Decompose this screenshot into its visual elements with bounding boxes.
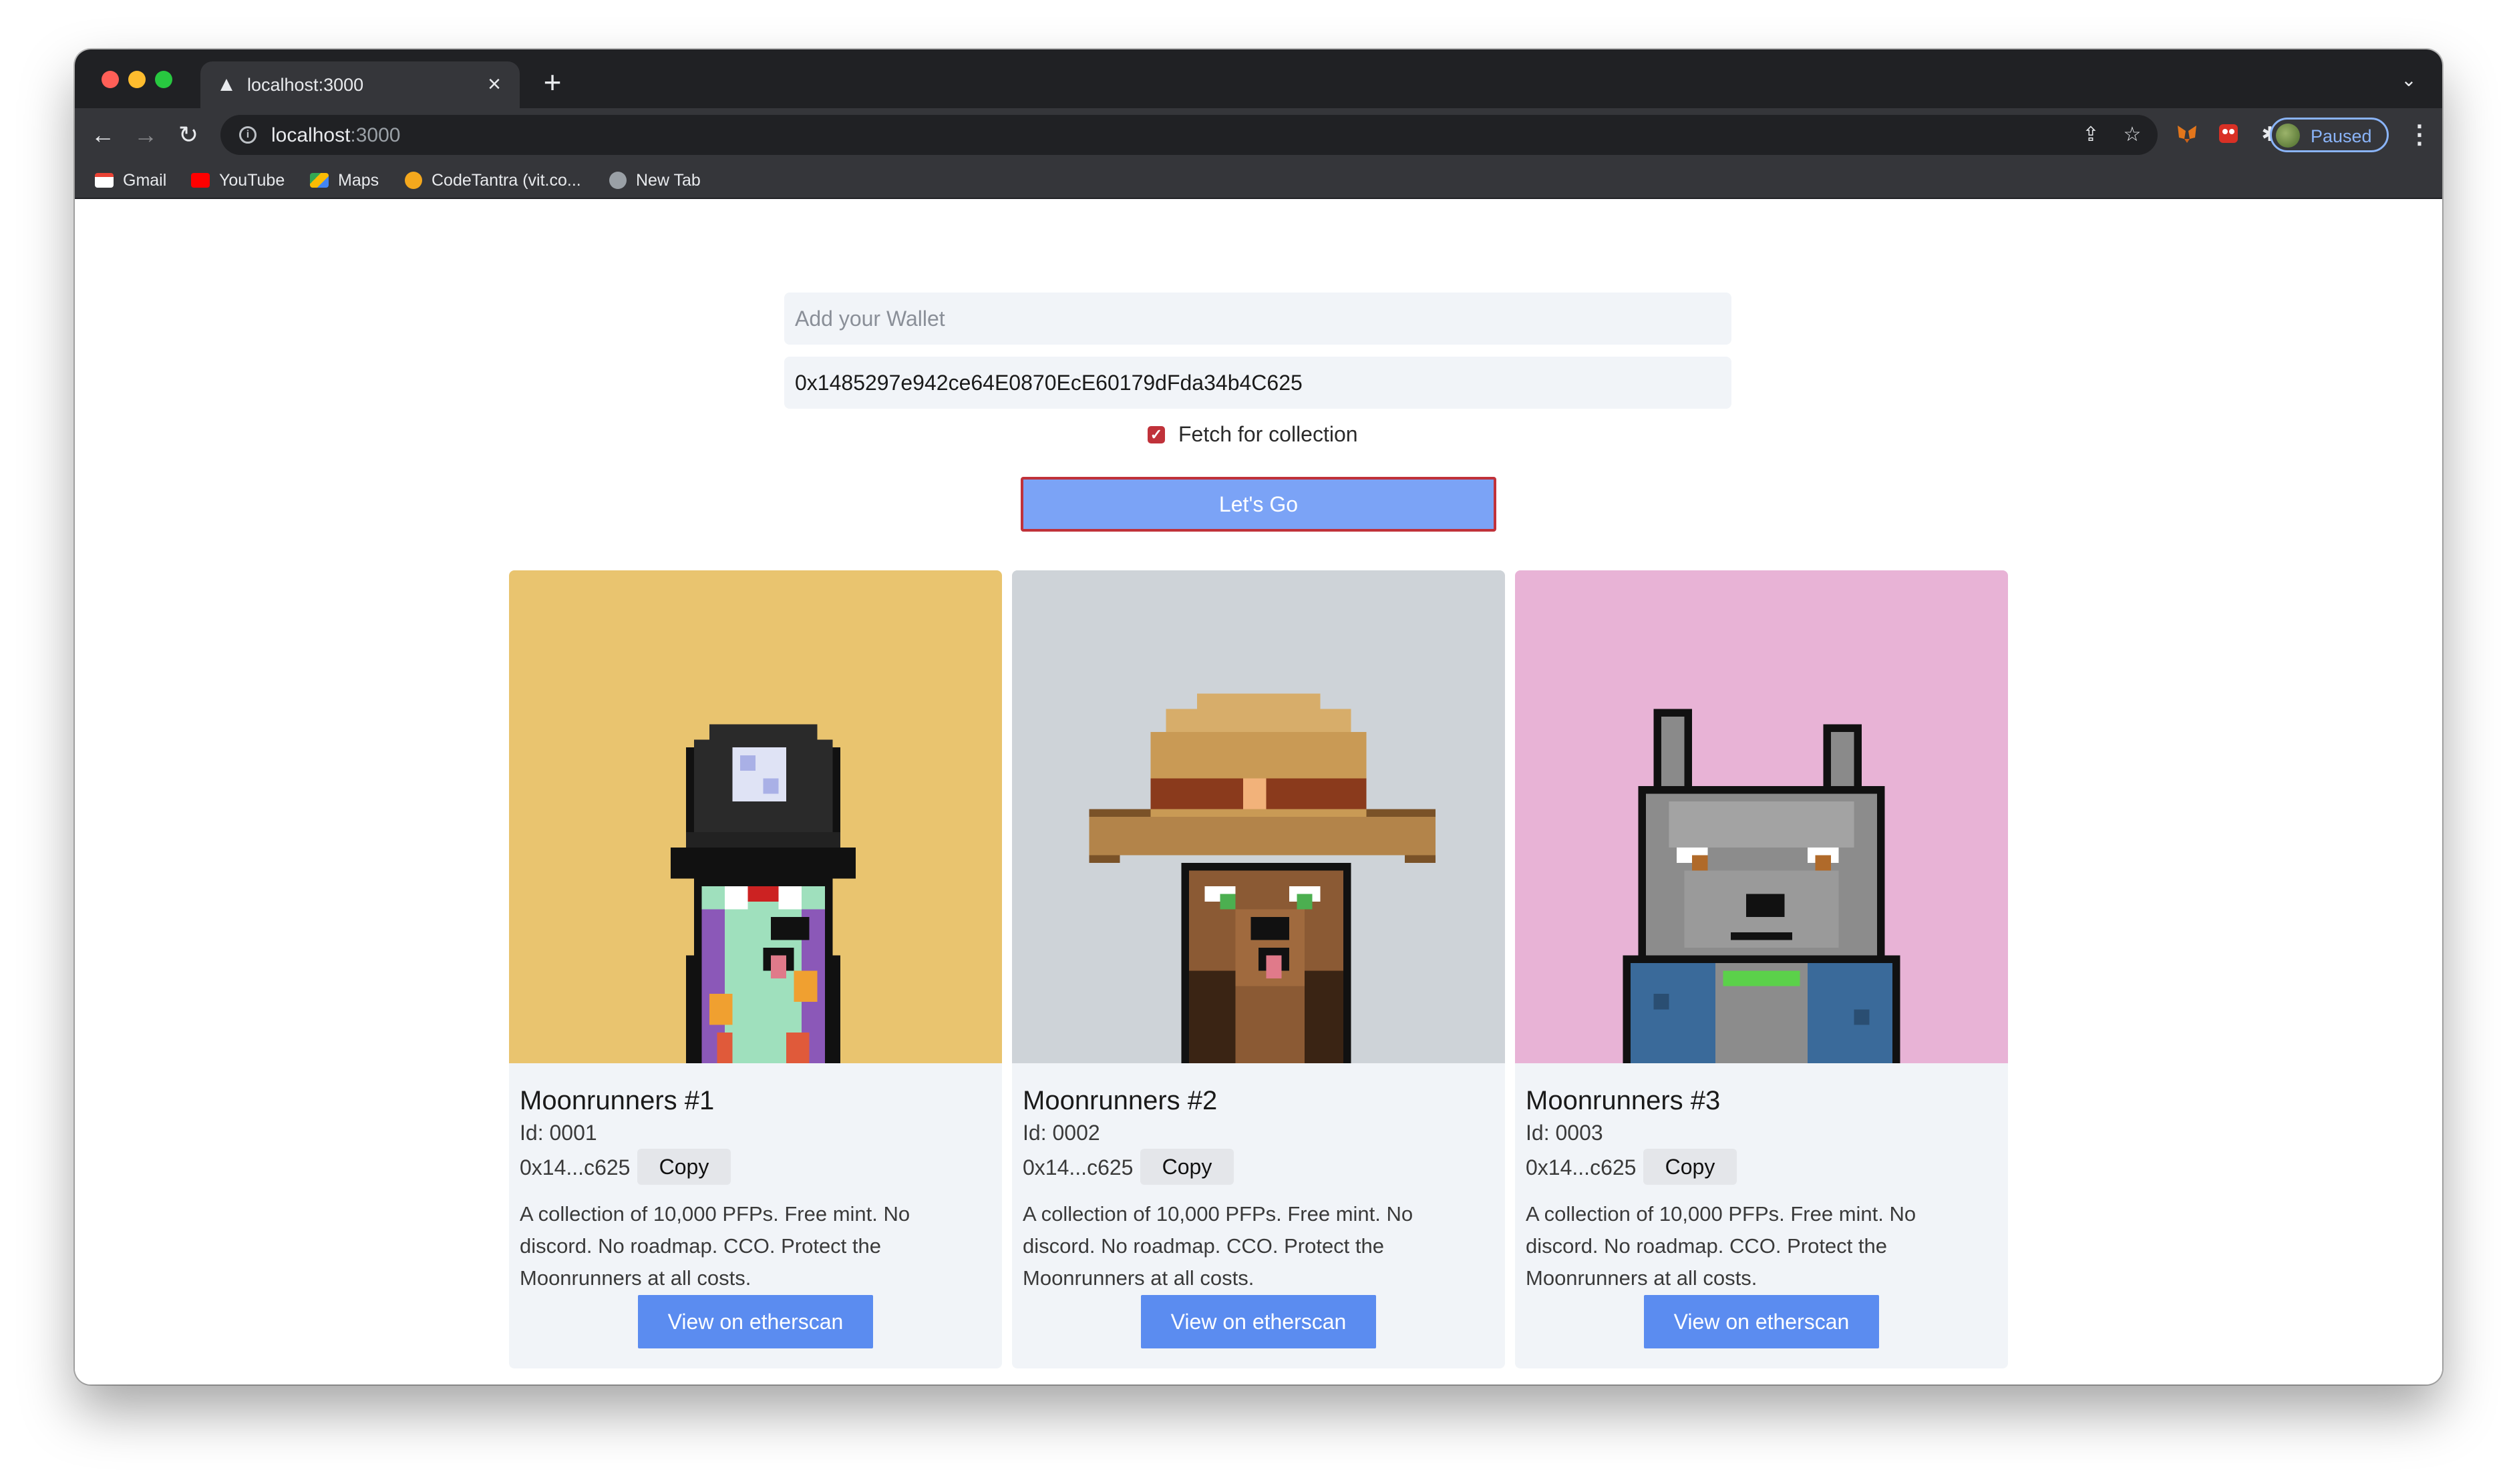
moonrunner-pirate-wolf-icon (509, 570, 1002, 1063)
bookmark-label: CodeTantra (vit.co... (432, 170, 581, 190)
reload-icon[interactable]: ↻ (174, 120, 203, 150)
share-icon[interactable]: ⇪ (2077, 122, 2104, 148)
fetch-collection-checkbox[interactable]: ✓ (1148, 425, 1165, 443)
forward-arrow-icon[interactable]: → (131, 120, 160, 150)
bookmark-star-icon[interactable]: ☆ (2119, 122, 2146, 148)
new-tab-button[interactable]: + (536, 67, 569, 100)
profile-status: Paused (2311, 126, 2372, 146)
nft-image (1515, 570, 2008, 1063)
card-title: Moonrunners #3 (1526, 1086, 1721, 1115)
back-arrow-icon[interactable]: ← (88, 120, 118, 150)
triangle-favicon-icon (220, 79, 232, 91)
card-address: 0x14...c625 (520, 1155, 631, 1179)
moonrunner-grey-wolf-icon (1515, 570, 2008, 1063)
profile-button[interactable]: Paused (2270, 118, 2389, 152)
copy-button[interactable]: Copy (1140, 1149, 1234, 1185)
info-icon[interactable]: i (239, 126, 257, 144)
card-id: Id: 0001 (520, 1121, 597, 1145)
copy-button[interactable]: Copy (1643, 1149, 1737, 1185)
nft-card: Moonrunners #2 Id: 0002 0x14...c625 Copy… (1012, 570, 1505, 1368)
card-id: Id: 0002 (1023, 1121, 1100, 1145)
fetch-collection-label: Fetch for collection (1178, 422, 1358, 446)
wallet-input[interactable] (784, 293, 1731, 345)
maximize-window-button[interactable] (155, 71, 172, 88)
codetantra-icon (405, 172, 422, 189)
metamask-fox-icon[interactable] (2174, 122, 2200, 148)
fetch-collection-row: ✓ Fetch for collection (1148, 422, 1358, 447)
close-window-button[interactable] (102, 71, 119, 88)
browser-window: localhost:3000 × + ⌄ ← → ↻ i localhost:3… (75, 49, 2442, 1384)
globe-icon (609, 172, 627, 189)
nft-card: Moonrunners #1 Id: 0001 0x14...c625 Copy… (509, 570, 1002, 1368)
bookmark-new-tab[interactable]: New Tab (609, 170, 701, 191)
url-text: localhost:3000 (271, 124, 400, 147)
card-description: A collection of 10,000 PFPs. Free mint. … (1023, 1202, 1413, 1290)
card-address: 0x14...c625 (1526, 1155, 1637, 1179)
view-on-etherscan-button[interactable]: View on etherscan (1141, 1295, 1376, 1348)
card-address: 0x14...c625 (1023, 1155, 1134, 1179)
url-host: localhost (271, 124, 351, 146)
nft-image (1012, 570, 1505, 1063)
tab-strip: localhost:3000 × + ⌄ (75, 49, 2442, 108)
nft-image (509, 570, 1002, 1063)
bookmarks-bar: Gmail YouTube Maps CodeTantra (vit.co...… (75, 162, 2442, 199)
view-on-etherscan-button[interactable]: View on etherscan (1644, 1295, 1879, 1348)
youtube-icon (191, 173, 210, 188)
tab-search-chevron-icon[interactable]: ⌄ (2395, 67, 2422, 94)
browser-toolbar: ← → ↻ i localhost:3000 ⇪ ☆ ✱ Paused ⋮ (75, 108, 2442, 162)
card-description: A collection of 10,000 PFPs. Free mint. … (520, 1202, 910, 1290)
card-title: Moonrunners #2 (1023, 1086, 1218, 1115)
card-title: Moonrunners #1 (520, 1086, 715, 1115)
close-tab-icon[interactable]: × (481, 71, 508, 98)
active-tab[interactable]: localhost:3000 × (200, 61, 520, 108)
card-id: Id: 0003 (1526, 1121, 1603, 1145)
bookmark-codetantra[interactable]: CodeTantra (vit.co... (405, 170, 581, 191)
bookmark-youtube[interactable]: YouTube (191, 170, 285, 191)
avatar (2276, 124, 2300, 148)
copy-button[interactable]: Copy (637, 1149, 731, 1185)
bookmark-label: Gmail (123, 170, 167, 190)
lets-go-button[interactable]: Let's Go (1021, 477, 1496, 532)
tab-title: localhost:3000 (247, 75, 364, 95)
gmail-icon (95, 173, 114, 188)
bookmark-label: Maps (338, 170, 379, 190)
bookmark-gmail[interactable]: Gmail (95, 170, 166, 191)
bookmark-label: YouTube (219, 170, 285, 190)
address-bar[interactable]: i localhost:3000 ⇪ ☆ (220, 115, 2158, 155)
card-description: A collection of 10,000 PFPs. Free mint. … (1526, 1202, 1916, 1290)
minimize-window-button[interactable] (128, 71, 146, 88)
nft-card: Moonrunners #3 Id: 0003 0x14...c625 Copy… (1515, 570, 2008, 1368)
url-port: :3000 (350, 124, 401, 146)
page-content: ✓ Fetch for collection Let's Go (75, 199, 2442, 1384)
kebab-menu-icon[interactable]: ⋮ (2406, 120, 2433, 150)
moonrunner-cowboy-wolf-icon (1012, 570, 1505, 1063)
maps-icon (310, 173, 329, 188)
bookmark-maps[interactable]: Maps (310, 170, 379, 191)
view-on-etherscan-button[interactable]: View on etherscan (638, 1295, 873, 1348)
bookmark-label: New Tab (636, 170, 701, 190)
collection-input[interactable] (784, 357, 1731, 409)
extension-red-icon[interactable] (2215, 122, 2242, 148)
